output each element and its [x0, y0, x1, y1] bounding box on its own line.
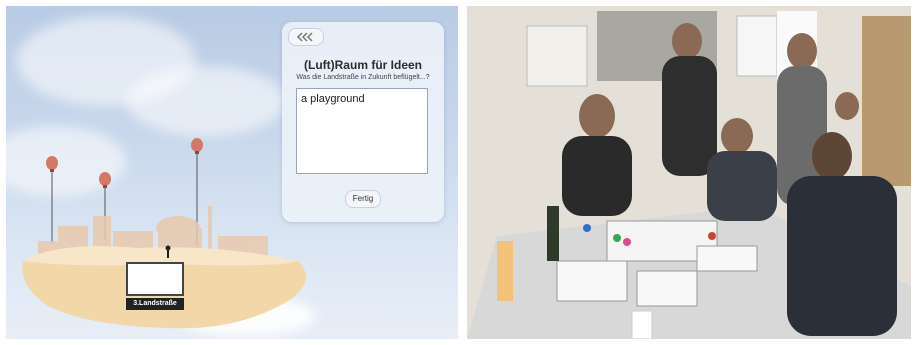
app-screenshot: 3.Landstraße (Luft)Raum für Ideen Was di…	[6, 6, 458, 339]
back-button[interactable]	[288, 28, 324, 46]
workshop-photo-illustration	[467, 6, 911, 339]
done-button[interactable]: Fertig	[345, 190, 381, 208]
idea-text-input[interactable]: a playground	[296, 88, 428, 174]
panel-title: (Luft)Raum für Ideen	[304, 58, 422, 72]
double-chevron-left-icon	[296, 32, 313, 42]
island-sign-board[interactable]	[126, 262, 184, 296]
panel-subtitle: Was die Landstraße in Zukunft beflügelt.…	[296, 74, 430, 81]
island-sign-label: 3.Landstraße	[126, 298, 184, 310]
sky-cloud	[126, 66, 286, 136]
idea-panel: (Luft)Raum für Ideen Was die Landstraße …	[282, 22, 444, 222]
workshop-photo	[467, 6, 911, 339]
